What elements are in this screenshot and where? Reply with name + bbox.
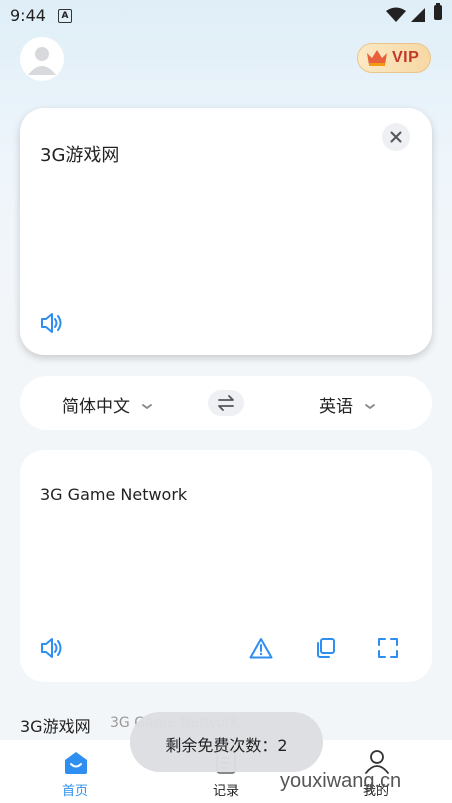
status-time: 9:44: [10, 6, 46, 25]
toast-text: 剩余免费次数：2: [165, 736, 288, 755]
source-text-input[interactable]: 3G游戏网: [40, 141, 119, 167]
speaker-icon[interactable]: [40, 312, 64, 334]
vip-label: VIP: [392, 49, 420, 66]
history-source-text[interactable]: 3G游戏网: [20, 713, 91, 737]
target-language-label: 英语: [319, 397, 353, 417]
target-language-selector[interactable]: 英语: [319, 392, 376, 417]
speaker-icon[interactable]: [40, 637, 64, 659]
nav-item-home[interactable]: 首页: [46, 740, 106, 803]
input-card: 3G游戏网: [20, 108, 432, 355]
clear-button[interactable]: [382, 123, 410, 151]
battery-icon: [434, 3, 442, 20]
signal-icon: [411, 8, 425, 22]
report-warning-icon[interactable]: [249, 637, 273, 659]
watermark: youxiwang.cn: [280, 770, 402, 792]
source-language-selector[interactable]: 简体中文: [62, 392, 153, 417]
free-count-toast: 剩余免费次数：2: [130, 712, 323, 772]
nav-label-records: 记录: [213, 784, 240, 799]
home-icon: [65, 752, 87, 774]
copy-icon[interactable]: [314, 637, 336, 659]
translated-text: 3G Game Network: [40, 485, 188, 504]
nav-label-home: 首页: [62, 784, 89, 799]
swap-languages-button[interactable]: [208, 390, 244, 416]
crown-icon: [367, 50, 387, 66]
vip-button[interactable]: VIP: [357, 43, 431, 73]
chevron-down-icon: [365, 404, 376, 410]
output-card: 3G Game Network: [20, 450, 432, 682]
language-bar: 简体中文 英语: [20, 376, 432, 430]
avatar[interactable]: [20, 37, 64, 81]
chevron-down-icon: [142, 404, 153, 410]
wifi-icon: [386, 7, 406, 22]
fullscreen-icon[interactable]: [377, 637, 399, 659]
source-language-label: 简体中文: [62, 397, 130, 417]
close-icon: [390, 131, 402, 143]
swap-icon: [218, 395, 234, 411]
user-avatar-icon: [28, 47, 56, 75]
notification-icon: A: [58, 9, 72, 23]
